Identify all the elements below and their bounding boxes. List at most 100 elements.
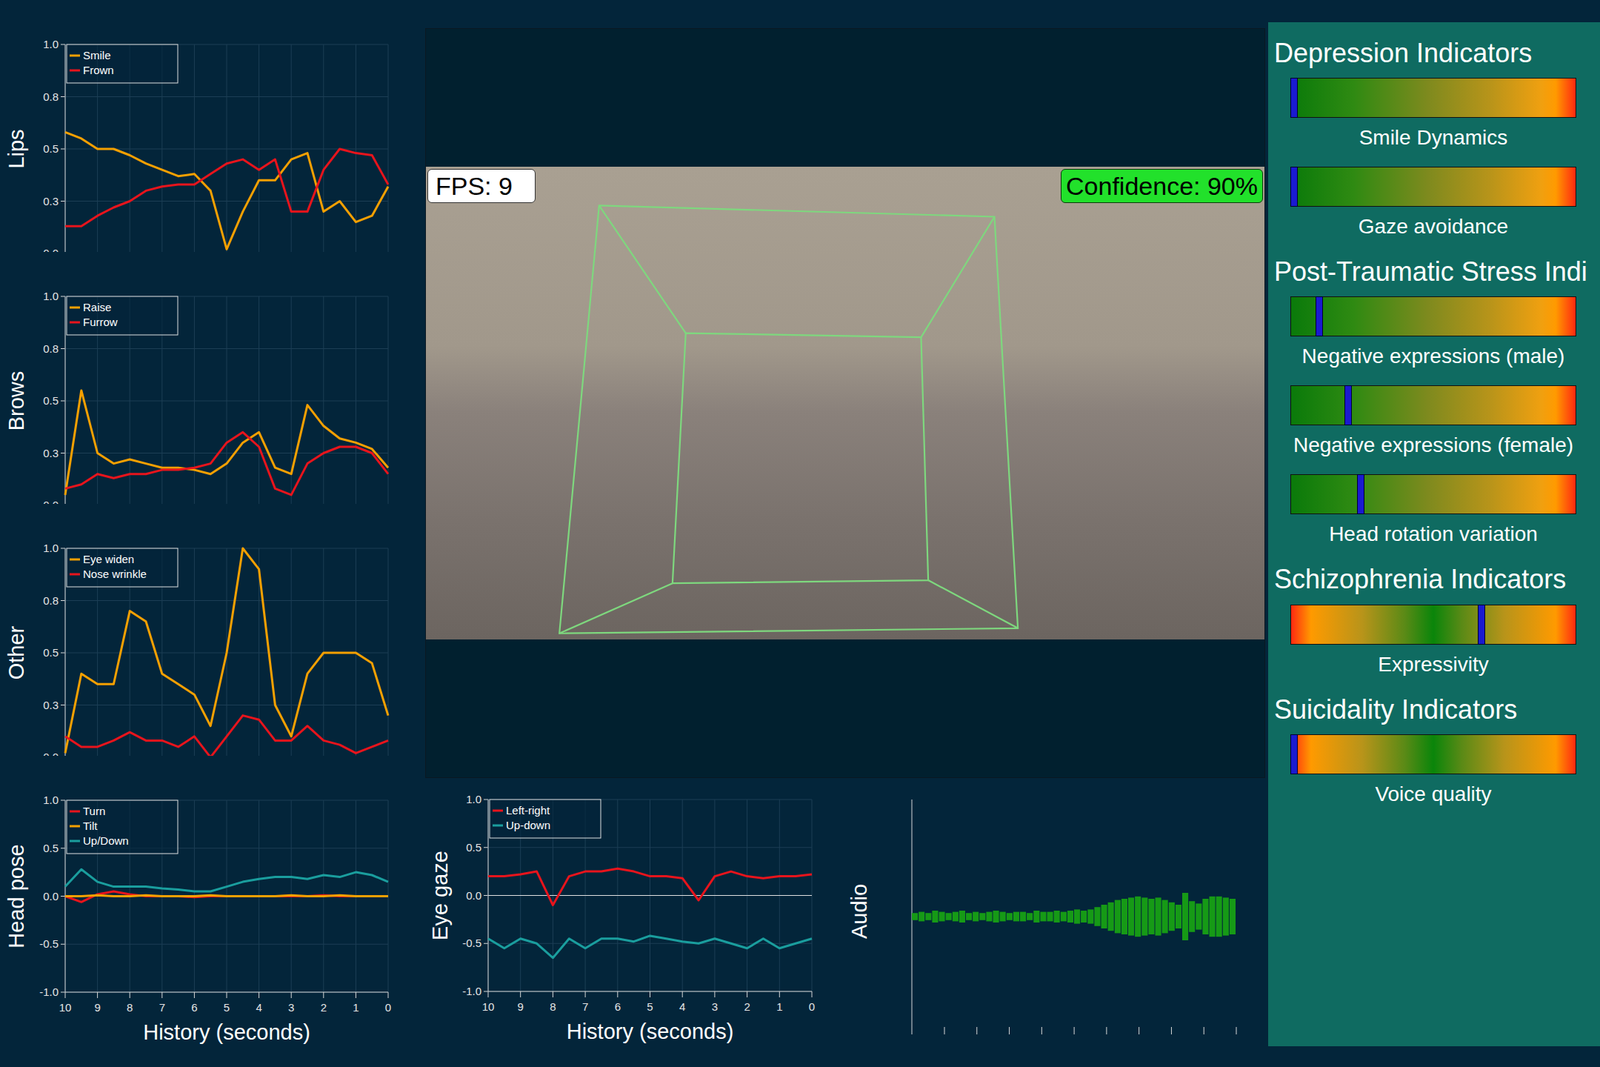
y-tick — [483, 942, 489, 944]
series-line — [65, 868, 389, 892]
y-tick-label: 0.5 — [465, 840, 482, 854]
audio-sample — [1026, 912, 1033, 920]
grid-line — [322, 296, 324, 504]
audio-tick — [1105, 1026, 1107, 1035]
y-tick — [60, 296, 66, 298]
legend-label: Tilt — [82, 819, 98, 832]
feature-chart: 1.00.80.50.30.0Eye widenNose wrinkleOthe… — [0, 503, 426, 756]
y-tick — [60, 943, 66, 945]
grid-line — [258, 296, 260, 504]
feature-chart: 1.00.80.50.30.0SmileFrownLips — [0, 0, 426, 252]
x-tick — [388, 991, 389, 998]
legend-swatch — [69, 69, 80, 72]
audio-sample — [1182, 892, 1189, 940]
legend-label: Frown — [82, 63, 115, 77]
y-tick-label: -1.0 — [39, 985, 59, 998]
legend-swatch — [69, 825, 80, 828]
line-chart: 1.00.50.0-0.5-1.0109876543210Left-rightU… — [425, 777, 840, 1067]
legend-swatch — [492, 809, 503, 812]
audio-sample — [1020, 911, 1026, 922]
line-chart: 1.00.50.0-0.5-1.0109876543210TurnTiltUp/… — [0, 755, 426, 1067]
legend — [66, 800, 178, 854]
audio-sample — [1134, 896, 1141, 937]
y-tick-label: -0.5 — [39, 937, 59, 950]
y-tick — [60, 200, 66, 202]
audio-sample — [1013, 911, 1020, 922]
x-tick — [746, 991, 748, 998]
legend-label: Eye widen — [82, 552, 135, 566]
audio-sample — [1162, 900, 1169, 934]
legend-swatch — [69, 306, 80, 309]
indicator-marker — [1477, 604, 1486, 645]
indicator-label: Smile Dynamics — [1290, 125, 1577, 151]
y-tick-label: 0.0 — [42, 889, 59, 903]
audio-sample — [1054, 910, 1060, 923]
legend-swatch — [69, 558, 80, 561]
y-tick-label: 1.0 — [42, 541, 59, 555]
x-tick — [779, 991, 780, 998]
y-tick-label: 0.0 — [42, 498, 59, 504]
audio-tick — [1171, 1026, 1172, 1035]
indicator-marker — [1315, 296, 1323, 337]
legend-swatch — [69, 573, 80, 576]
audio-sample — [979, 912, 986, 920]
grid-line — [291, 548, 292, 756]
x-tick-label: 1 — [352, 1000, 359, 1014]
x-tick — [194, 991, 195, 998]
y-tick — [483, 991, 489, 992]
series-line — [488, 868, 812, 905]
x-tick — [585, 991, 586, 998]
y-tick — [483, 894, 489, 896]
legend-label: Up/Down — [82, 834, 129, 847]
audio-sample — [985, 911, 992, 922]
y-tick-label: 0.8 — [42, 594, 59, 607]
indicator: Gaze avoidance — [1290, 166, 1577, 240]
legend-swatch — [69, 810, 80, 813]
x-axis — [488, 991, 812, 992]
x-tick — [226, 991, 228, 998]
y-tick-label: 0.5 — [42, 394, 59, 407]
audio-tick — [1203, 1026, 1205, 1035]
x-tick-label: 3 — [288, 1000, 295, 1014]
audio-sample — [931, 910, 938, 923]
x-tick — [714, 991, 715, 998]
indicator-marker — [1357, 474, 1365, 515]
x-tick — [65, 991, 66, 998]
x-tick-label: 4 — [679, 1000, 686, 1013]
series-line — [65, 548, 389, 753]
y-tick — [60, 800, 66, 801]
audio-tick — [944, 1026, 946, 1035]
audio-sample — [1128, 897, 1135, 935]
y-tick-label: 0.0 — [42, 246, 59, 252]
audio-sample — [993, 910, 1000, 923]
grid-line — [194, 548, 195, 756]
legend — [66, 548, 178, 587]
audio-chart: Audio — [840, 777, 1269, 1067]
audio-sample — [1040, 911, 1046, 922]
fps-label: FPS: 9 — [427, 168, 536, 203]
y-axis — [65, 296, 66, 504]
x-tick-label: 7 — [159, 1000, 166, 1014]
x-tick-label: 9 — [94, 1000, 100, 1014]
x-tick-label: 1 — [776, 1000, 783, 1013]
audio-sample — [1141, 897, 1148, 935]
audio-tick — [1236, 1026, 1238, 1035]
indicator-marker — [1290, 166, 1298, 207]
x-tick — [258, 991, 260, 998]
audio-sample — [1148, 898, 1155, 935]
axis-title: Eye gaze — [428, 850, 452, 940]
indicator: Voice quality — [1290, 734, 1577, 807]
grid-line — [488, 991, 812, 992]
section-title: Schizophrenia Indicators — [1274, 562, 1600, 595]
x-tick-label: 7 — [582, 1000, 589, 1013]
audio-tick — [1138, 1026, 1140, 1035]
x-tick-label: 6 — [191, 1000, 198, 1014]
indicator-scale — [1290, 474, 1577, 515]
x-tick-label: 10 — [59, 1000, 72, 1014]
y-axis — [65, 44, 66, 252]
y-axis — [65, 548, 66, 756]
audio-sample — [1108, 902, 1115, 931]
grid-line — [322, 44, 324, 252]
series-line — [65, 891, 389, 902]
x-axis-title: History (seconds) — [142, 1020, 311, 1044]
